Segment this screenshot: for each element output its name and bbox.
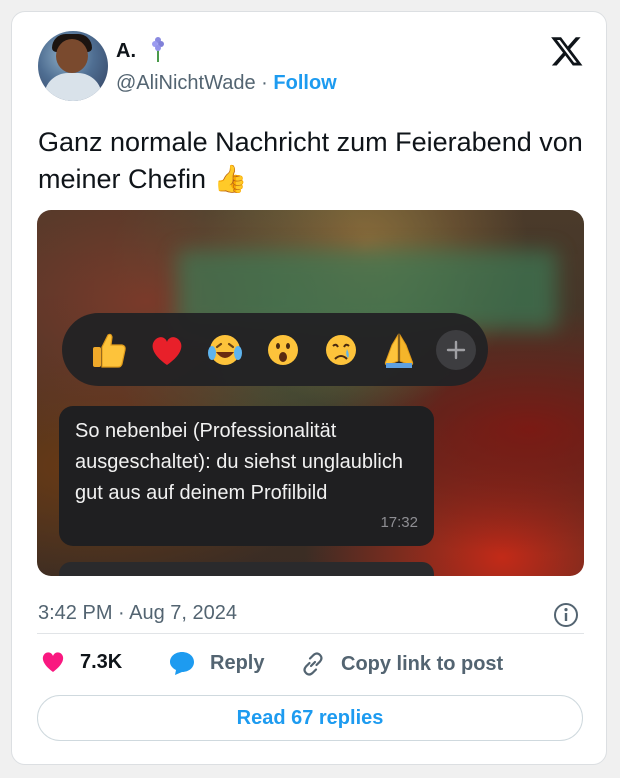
- read-replies-button[interactable]: Read 67 replies: [37, 695, 583, 741]
- media-screenshot[interactable]: So nebenbei (Professionalität ausgeschal…: [37, 210, 584, 576]
- reply-button[interactable]: Reply: [168, 650, 264, 676]
- author-handle[interactable]: @AliNichtWade: [116, 72, 256, 94]
- handle-row: @AliNichtWade · Follow: [116, 72, 337, 95]
- tweet-card: A. @AliNichtWade · Follow Ganz normale N…: [11, 11, 607, 765]
- info-icon[interactable]: [553, 602, 579, 628]
- copy-link-label: Copy link to post: [341, 652, 504, 675]
- message-bubble: So nebenbei (Professionalität ausgeschal…: [59, 406, 434, 546]
- author-name[interactable]: A.: [116, 40, 136, 63]
- link-icon: [303, 652, 323, 676]
- like-button[interactable]: 7.3K: [40, 650, 122, 674]
- thumbs-up-reaction-icon[interactable]: [80, 328, 138, 372]
- reply-bubble-icon: [170, 652, 194, 675]
- message-time: 17:32: [380, 514, 418, 531]
- reply-label: Reply: [210, 651, 265, 674]
- laughing-crying-reaction-icon[interactable]: [196, 328, 254, 372]
- astonished-reaction-icon[interactable]: [254, 328, 312, 372]
- copy-link-button[interactable]: Copy link to post: [299, 650, 503, 678]
- tweet-text: Ganz normale Nachricht zum Feierabend vo…: [38, 127, 583, 194]
- folded-hands-reaction-icon[interactable]: [370, 328, 428, 372]
- red-heart-reaction-icon[interactable]: [138, 328, 196, 372]
- x-logo-icon[interactable]: [550, 34, 584, 68]
- message-text: So nebenbei (Professionalität ausgeschal…: [75, 420, 403, 504]
- like-count: 7.3K: [80, 650, 123, 673]
- add-reaction-button[interactable]: [436, 329, 476, 370]
- reaction-bar: [62, 313, 488, 386]
- heart-icon: [42, 652, 64, 672]
- avatar-shirt: [44, 73, 102, 101]
- tweet-timestamp[interactable]: 3:42 PM · Aug 7, 2024: [38, 602, 237, 625]
- divider: [37, 633, 584, 634]
- hyacinth-icon: [152, 37, 164, 62]
- crying-reaction-icon[interactable]: [312, 328, 370, 372]
- avatar[interactable]: [38, 31, 108, 101]
- separator-dot: ·: [261, 72, 268, 94]
- plus-icon: [446, 340, 466, 359]
- avatar-face: [56, 39, 88, 73]
- follow-button[interactable]: Follow: [273, 72, 336, 94]
- partial-message-bubble: [59, 562, 434, 576]
